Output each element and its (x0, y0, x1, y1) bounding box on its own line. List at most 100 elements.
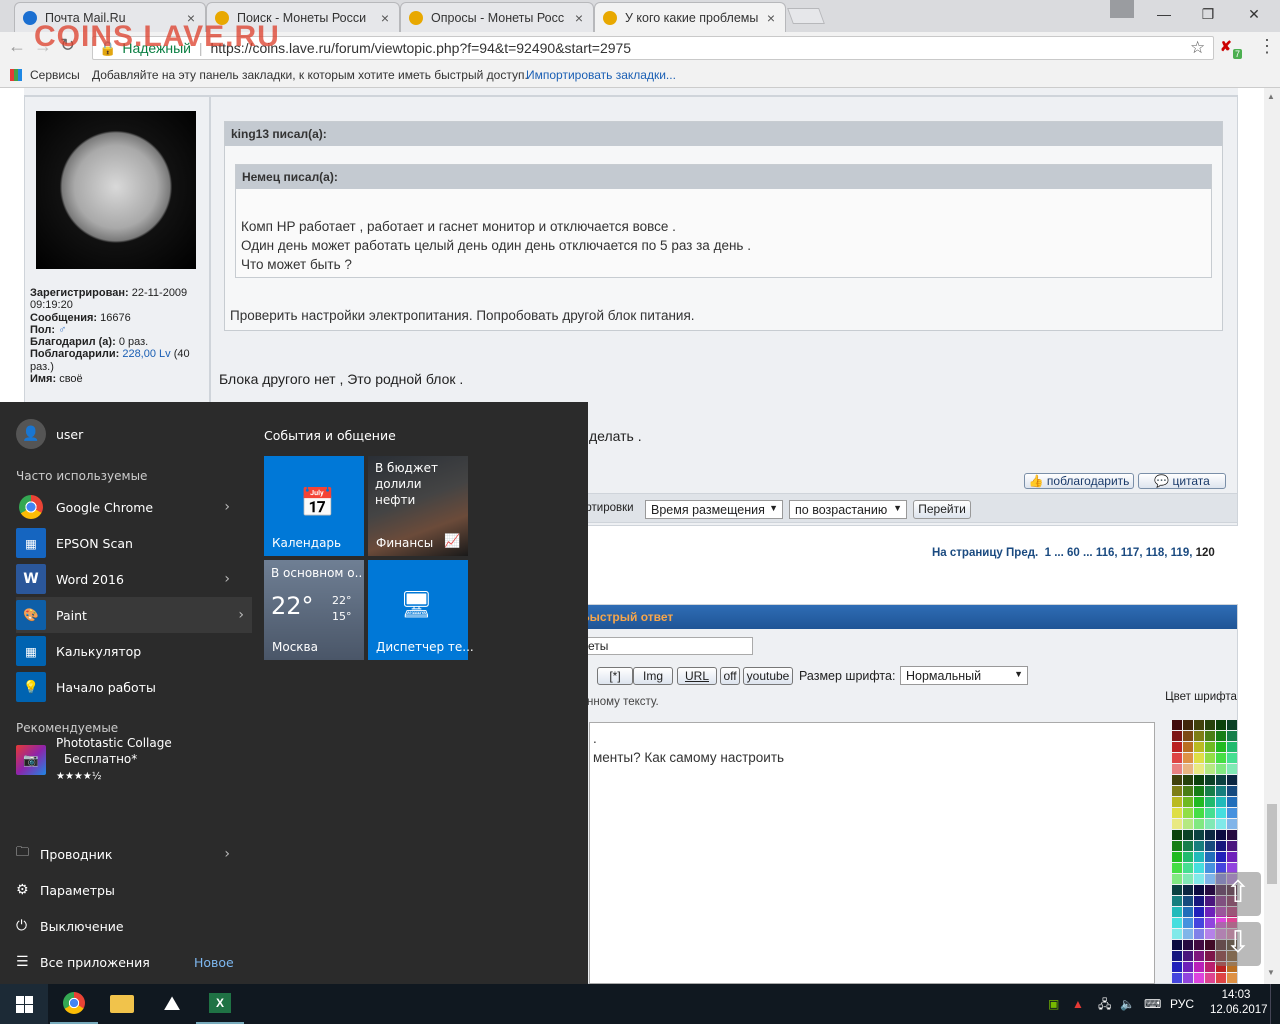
color-swatch[interactable] (1194, 940, 1204, 950)
color-swatch[interactable] (1194, 973, 1204, 983)
color-swatch[interactable] (1216, 775, 1226, 785)
color-swatch[interactable] (1216, 841, 1226, 851)
color-swatch[interactable] (1194, 797, 1204, 807)
tile-weather[interactable]: В основном о... 22° 22° 15° Москва (264, 560, 364, 660)
color-swatch[interactable] (1172, 940, 1182, 950)
color-swatch[interactable] (1194, 786, 1204, 796)
color-swatch[interactable] (1216, 786, 1226, 796)
color-swatch[interactable] (1183, 775, 1193, 785)
color-swatch[interactable] (1194, 896, 1204, 906)
color-swatch[interactable] (1172, 742, 1182, 752)
color-swatch[interactable] (1172, 819, 1182, 829)
color-swatch[interactable] (1194, 951, 1204, 961)
color-swatch[interactable] (1183, 962, 1193, 972)
color-swatch[interactable] (1172, 841, 1182, 851)
scroll-down-icon[interactable]: ▼ (1267, 968, 1275, 977)
color-swatch[interactable] (1216, 731, 1226, 741)
page-link[interactable]: 117, (1121, 547, 1143, 559)
taskbar-explorer[interactable] (98, 984, 146, 1024)
color-swatch[interactable] (1172, 753, 1182, 763)
color-swatch[interactable] (1194, 742, 1204, 752)
color-swatch[interactable] (1194, 720, 1204, 730)
color-swatch[interactable] (1172, 863, 1182, 873)
quote-button[interactable]: 💬 цитата (1138, 473, 1226, 489)
color-swatch[interactable] (1183, 940, 1193, 950)
color-swatch[interactable] (1205, 951, 1215, 961)
color-swatch[interactable] (1227, 973, 1237, 983)
img-button[interactable]: Img (633, 667, 673, 685)
font-size-select[interactable]: Нормальный ▼ (900, 666, 1028, 685)
color-swatch[interactable] (1227, 786, 1237, 796)
url-button[interactable]: URL (677, 667, 717, 685)
color-swatch[interactable] (1172, 907, 1182, 917)
color-swatch[interactable] (1183, 874, 1193, 884)
subject-input[interactable]: еты (583, 637, 753, 655)
star-icon[interactable]: ☆ (1190, 38, 1205, 58)
color-swatch[interactable] (1183, 973, 1193, 983)
power[interactable]: ⏻ Выключение (16, 908, 236, 944)
color-swatch[interactable] (1227, 841, 1237, 851)
extension-icon[interactable]: ✘ (1220, 38, 1232, 55)
sort-order-select[interactable]: по возрастанию ▼ (789, 500, 907, 519)
all-apps[interactable]: ☰ Все приложения Новое (16, 944, 236, 980)
app-phototastic[interactable]: 📷 Phototastic Collage Бесплатно* ★★★★½ (16, 736, 256, 782)
color-swatch[interactable] (1216, 819, 1226, 829)
color-swatch[interactable] (1172, 885, 1182, 895)
color-swatch[interactable] (1205, 797, 1215, 807)
menu-icon[interactable]: ⋮ (1258, 36, 1276, 57)
color-swatch[interactable] (1172, 830, 1182, 840)
color-swatch[interactable] (1194, 764, 1204, 774)
scroll-thumb[interactable] (1267, 804, 1277, 884)
color-swatch[interactable] (1183, 830, 1193, 840)
list-item-button[interactable]: [*] (597, 667, 633, 685)
clock[interactable]: 14:03 12.06.2017 (1210, 988, 1268, 1018)
keyboard-icon[interactable]: ⌨ (1144, 984, 1161, 1024)
color-swatch[interactable] (1205, 973, 1215, 983)
tile-calendar[interactable]: 📅 Календарь (264, 456, 364, 556)
color-swatch[interactable] (1183, 896, 1193, 906)
page-link[interactable]: 118, (1146, 547, 1168, 559)
chevron-right-icon[interactable]: › (224, 499, 230, 515)
color-swatch[interactable] (1183, 808, 1193, 818)
color-swatch[interactable] (1183, 852, 1193, 862)
color-swatch[interactable] (1216, 764, 1226, 774)
close-icon[interactable]: × (379, 10, 391, 26)
color-swatch[interactable] (1183, 885, 1193, 895)
back-arrow-icon[interactable]: ← (8, 36, 26, 57)
color-swatch[interactable] (1183, 863, 1193, 873)
color-swatch[interactable] (1205, 731, 1215, 741)
color-swatch[interactable] (1194, 907, 1204, 917)
got-thanks-value[interactable]: 228,00 Lv (122, 348, 170, 360)
pagination-prev[interactable]: Пред. (1006, 547, 1038, 559)
color-swatch[interactable] (1216, 720, 1226, 730)
color-swatch[interactable] (1227, 808, 1237, 818)
color-swatch[interactable] (1216, 830, 1226, 840)
color-swatch[interactable] (1183, 819, 1193, 829)
color-swatch[interactable] (1205, 808, 1215, 818)
color-swatch[interactable] (1194, 929, 1204, 939)
color-swatch[interactable] (1194, 962, 1204, 972)
restore-icon[interactable]: ❐ (1186, 0, 1230, 28)
color-swatch[interactable] (1216, 973, 1226, 983)
color-swatch[interactable] (1227, 775, 1237, 785)
color-swatch[interactable] (1183, 841, 1193, 851)
color-swatch[interactable] (1205, 929, 1215, 939)
color-swatch[interactable] (1172, 962, 1182, 972)
color-swatch[interactable] (1172, 929, 1182, 939)
color-swatch[interactable] (1194, 874, 1204, 884)
color-swatch[interactable] (1205, 907, 1215, 917)
color-swatch[interactable] (1205, 918, 1215, 928)
color-swatch[interactable] (1227, 819, 1237, 829)
youtube-button[interactable]: youtube (743, 667, 793, 685)
color-swatch[interactable] (1205, 962, 1215, 972)
user-account[interactable]: 👤 user (16, 416, 236, 452)
taskbar-chrome[interactable] (50, 984, 98, 1024)
close-icon[interactable]: × (573, 10, 585, 26)
color-swatch[interactable] (1183, 764, 1193, 774)
tile-device-manager[interactable]: 🖥 Диспетчер те... (368, 560, 474, 660)
file-explorer[interactable]: 🗀 Проводник › (16, 836, 236, 872)
tab-polls[interactable]: Опросы - Монеты Росс × (400, 2, 594, 32)
color-swatch[interactable] (1205, 819, 1215, 829)
page-link[interactable]: 60 (1067, 547, 1080, 559)
color-swatch[interactable] (1227, 830, 1237, 840)
